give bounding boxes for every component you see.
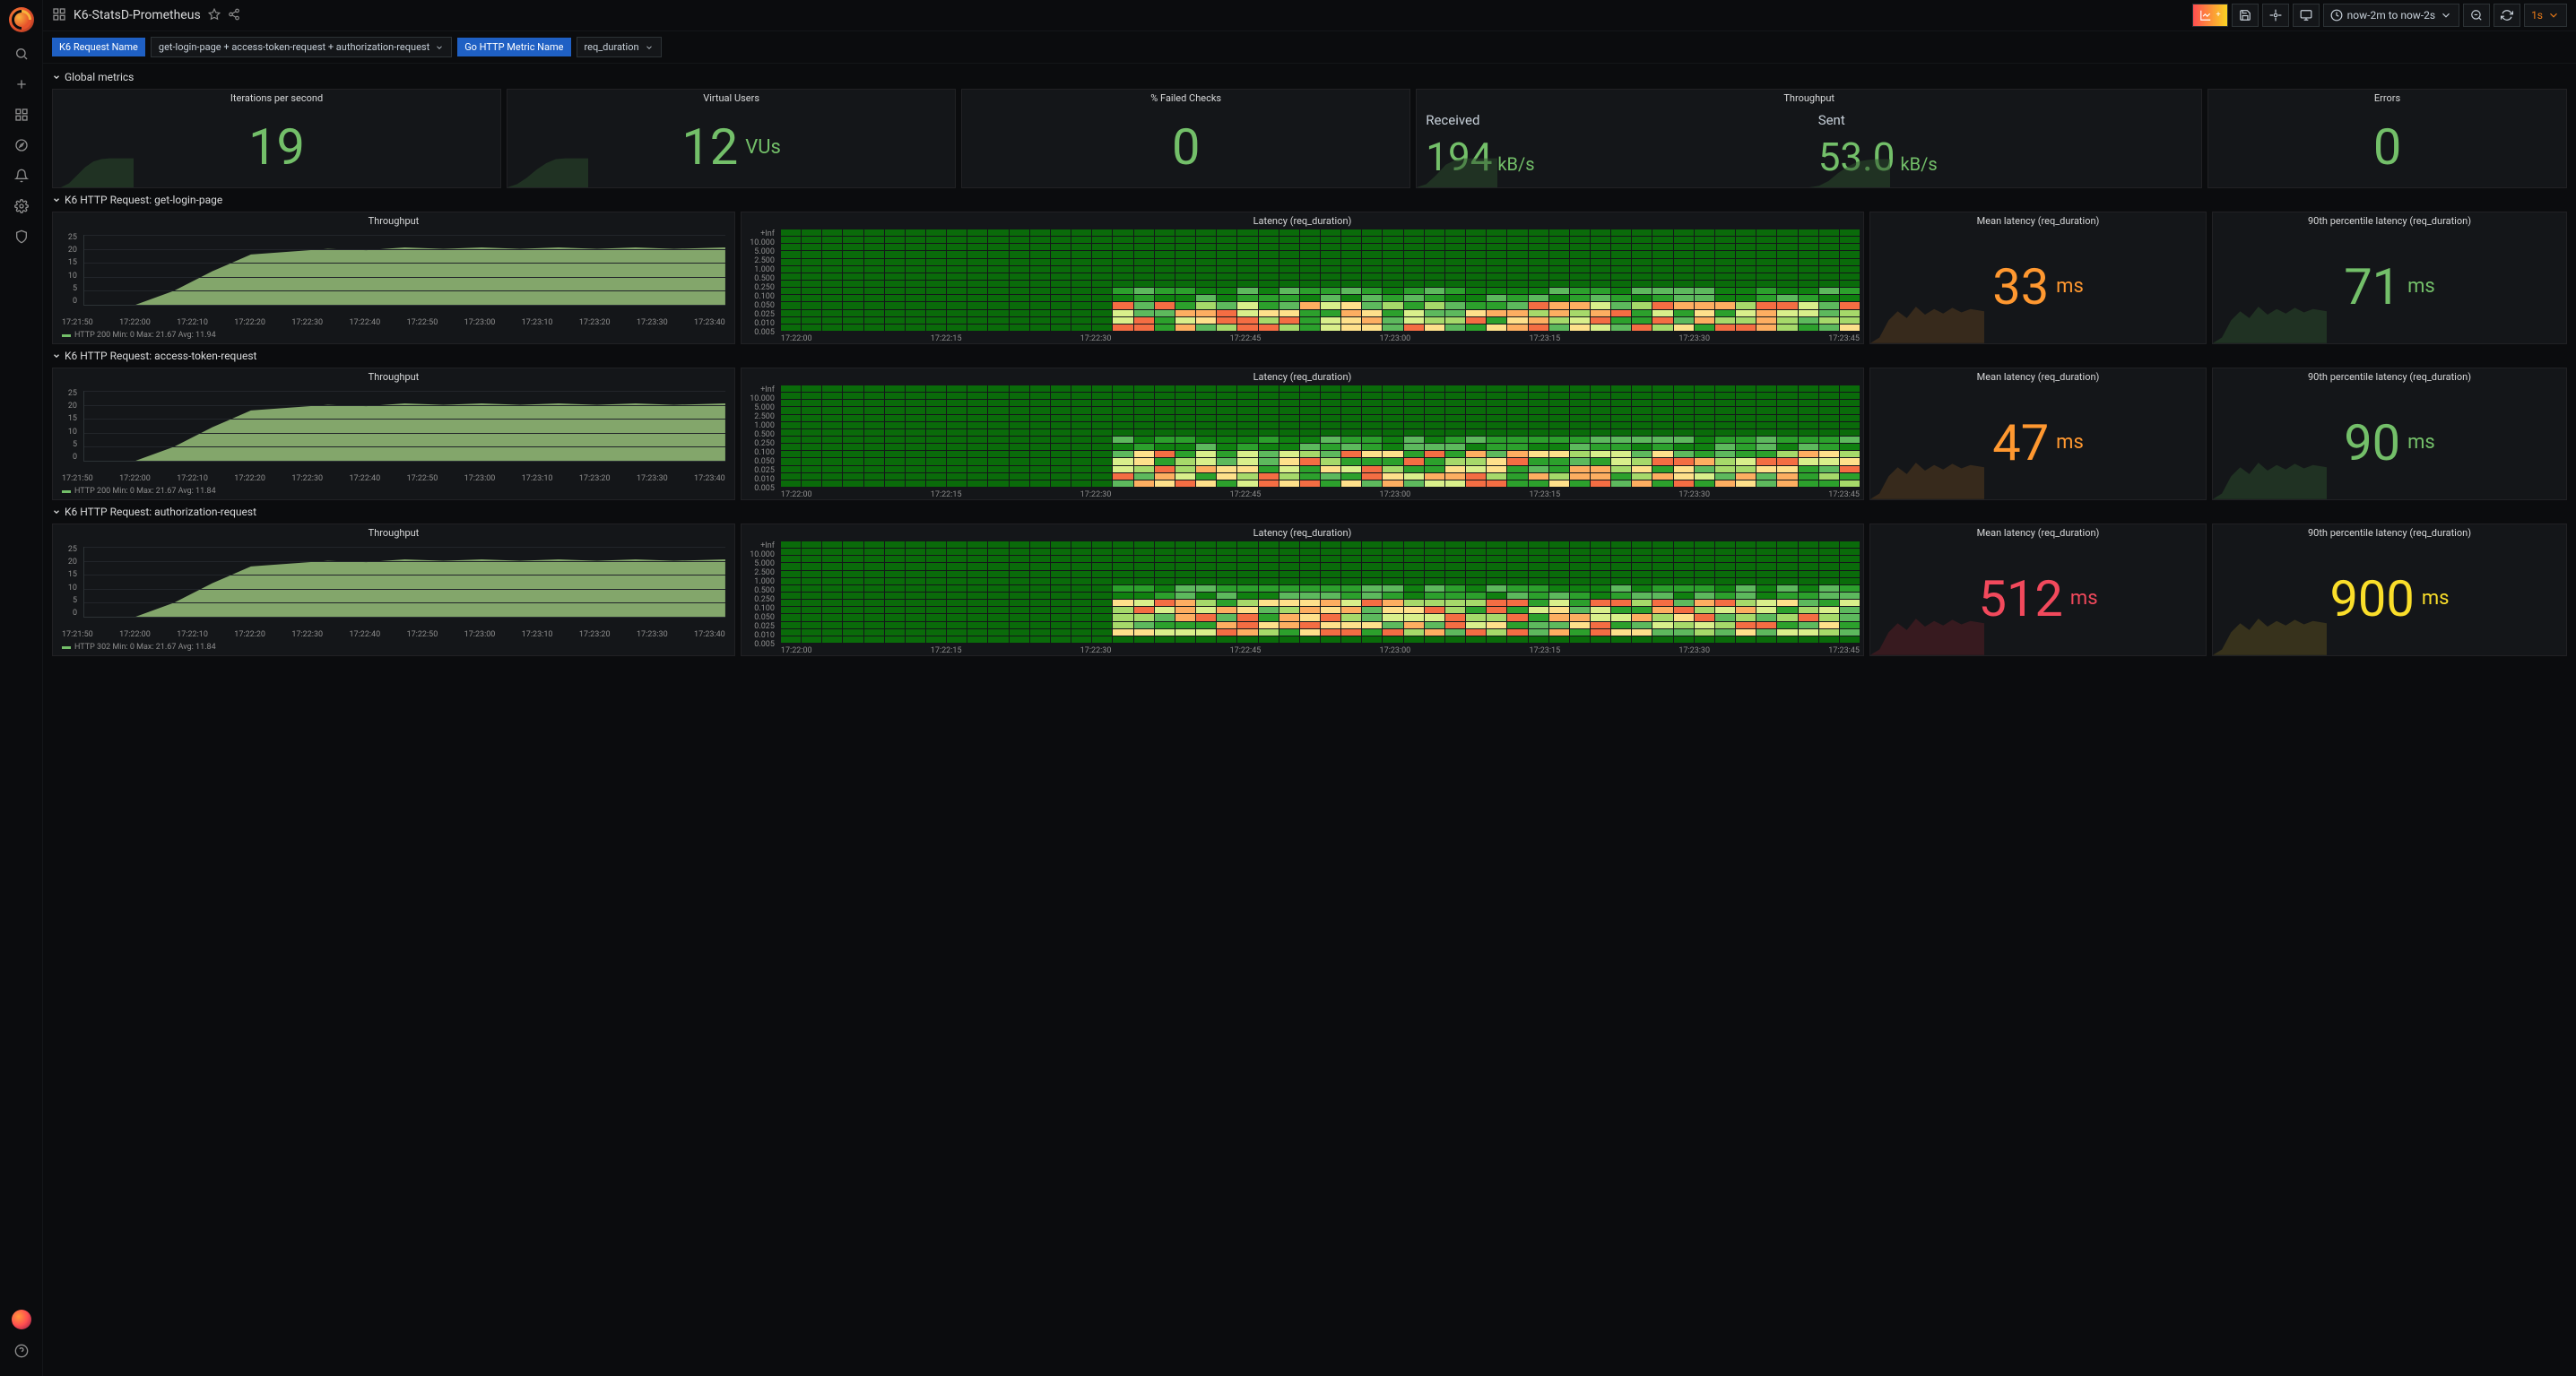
help-icon[interactable]: [13, 1342, 30, 1360]
refresh-button[interactable]: [2494, 4, 2520, 27]
star-icon[interactable]: [208, 8, 221, 23]
panel-req1-throughput[interactable]: Throughput252015105017:21:5017:22:0017:2…: [52, 212, 735, 344]
shield-icon[interactable]: [13, 228, 30, 246]
panel-req2-p90[interactable]: 90th percentile latency (req_duration)90…: [2212, 368, 2567, 500]
panel-req3-throughput[interactable]: Throughput252015105017:21:5017:22:0017:2…: [52, 524, 735, 656]
topbar: K6-StatsD-Prometheus + now-2m to now-2s …: [43, 0, 2576, 31]
panel-req1-latency[interactable]: Latency (req_duration)+Inf10.0005.0002.5…: [741, 212, 1864, 344]
row-global[interactable]: Global metrics: [52, 65, 2567, 89]
panel-vus[interactable]: Virtual Users 12VUs: [507, 89, 956, 188]
plus-icon[interactable]: [13, 75, 30, 93]
settings-button[interactable]: [2262, 4, 2289, 27]
grafana-logo[interactable]: [9, 7, 34, 32]
sent-sparkline: [1809, 155, 1890, 187]
row-req1[interactable]: K6 HTTP Request: get-login-page: [52, 188, 2567, 212]
sidebar: [0, 0, 43, 1376]
row-req2[interactable]: K6 HTTP Request: access-token-request: [52, 344, 2567, 368]
gear-icon[interactable]: [13, 197, 30, 215]
avatar[interactable]: [12, 1310, 31, 1329]
var-k6-value[interactable]: get-login-page + access-token-request + …: [151, 37, 452, 57]
var-k6-label[interactable]: K6 Request Name: [52, 38, 145, 56]
panel-failed[interactable]: % Failed Checks 0: [961, 89, 1410, 188]
panel-req2-throughput[interactable]: Throughput252015105017:21:5017:22:0017:2…: [52, 368, 735, 500]
search-icon[interactable]: [13, 45, 30, 63]
zoom-out-button[interactable]: [2463, 4, 2490, 27]
add-panel-button[interactable]: +: [2192, 4, 2228, 27]
recv-sparkline: [1417, 155, 1497, 187]
refresh-interval-button[interactable]: 1s: [2524, 4, 2567, 27]
share-icon[interactable]: [228, 8, 240, 23]
panel-req2-mean[interactable]: Mean latency (req_duration)47ms: [1869, 368, 2207, 500]
alert-icon[interactable]: [13, 167, 30, 185]
timepicker-button[interactable]: now-2m to now-2s: [2323, 4, 2459, 27]
panel-req2-latency[interactable]: Latency (req_duration)+Inf10.0005.0002.5…: [741, 368, 1864, 500]
monitor-button[interactable]: [2293, 4, 2320, 27]
dashboard-icon[interactable]: [52, 7, 66, 24]
panel-req3-p90[interactable]: 90th percentile latency (req_duration)90…: [2212, 524, 2567, 656]
var-go-label[interactable]: Go HTTP Metric Name: [457, 38, 570, 56]
explore-icon[interactable]: [13, 136, 30, 154]
vus-sparkline: [507, 155, 588, 187]
page-title: K6-StatsD-Prometheus: [74, 8, 201, 22]
save-button[interactable]: [2232, 4, 2259, 27]
panel-req1-mean[interactable]: Mean latency (req_duration)33ms: [1869, 212, 2207, 344]
iterations-sparkline: [53, 155, 134, 187]
panel-throughput-global[interactable]: Throughput Received 194kB/s Sent 53.0kB/…: [1416, 89, 2202, 188]
variable-bar: K6 Request Name get-login-page + access-…: [43, 31, 2576, 64]
panel-iterations[interactable]: Iterations per second 19: [52, 89, 501, 188]
dashboards-icon[interactable]: [13, 106, 30, 124]
panel-errors[interactable]: Errors 0: [2207, 89, 2567, 188]
row-req3[interactable]: K6 HTTP Request: authorization-request: [52, 500, 2567, 524]
panel-req1-p90[interactable]: 90th percentile latency (req_duration)71…: [2212, 212, 2567, 344]
panel-req3-latency[interactable]: Latency (req_duration)+Inf10.0005.0002.5…: [741, 524, 1864, 656]
var-go-value[interactable]: req_duration: [577, 37, 662, 57]
panel-req3-mean[interactable]: Mean latency (req_duration)512ms: [1869, 524, 2207, 656]
